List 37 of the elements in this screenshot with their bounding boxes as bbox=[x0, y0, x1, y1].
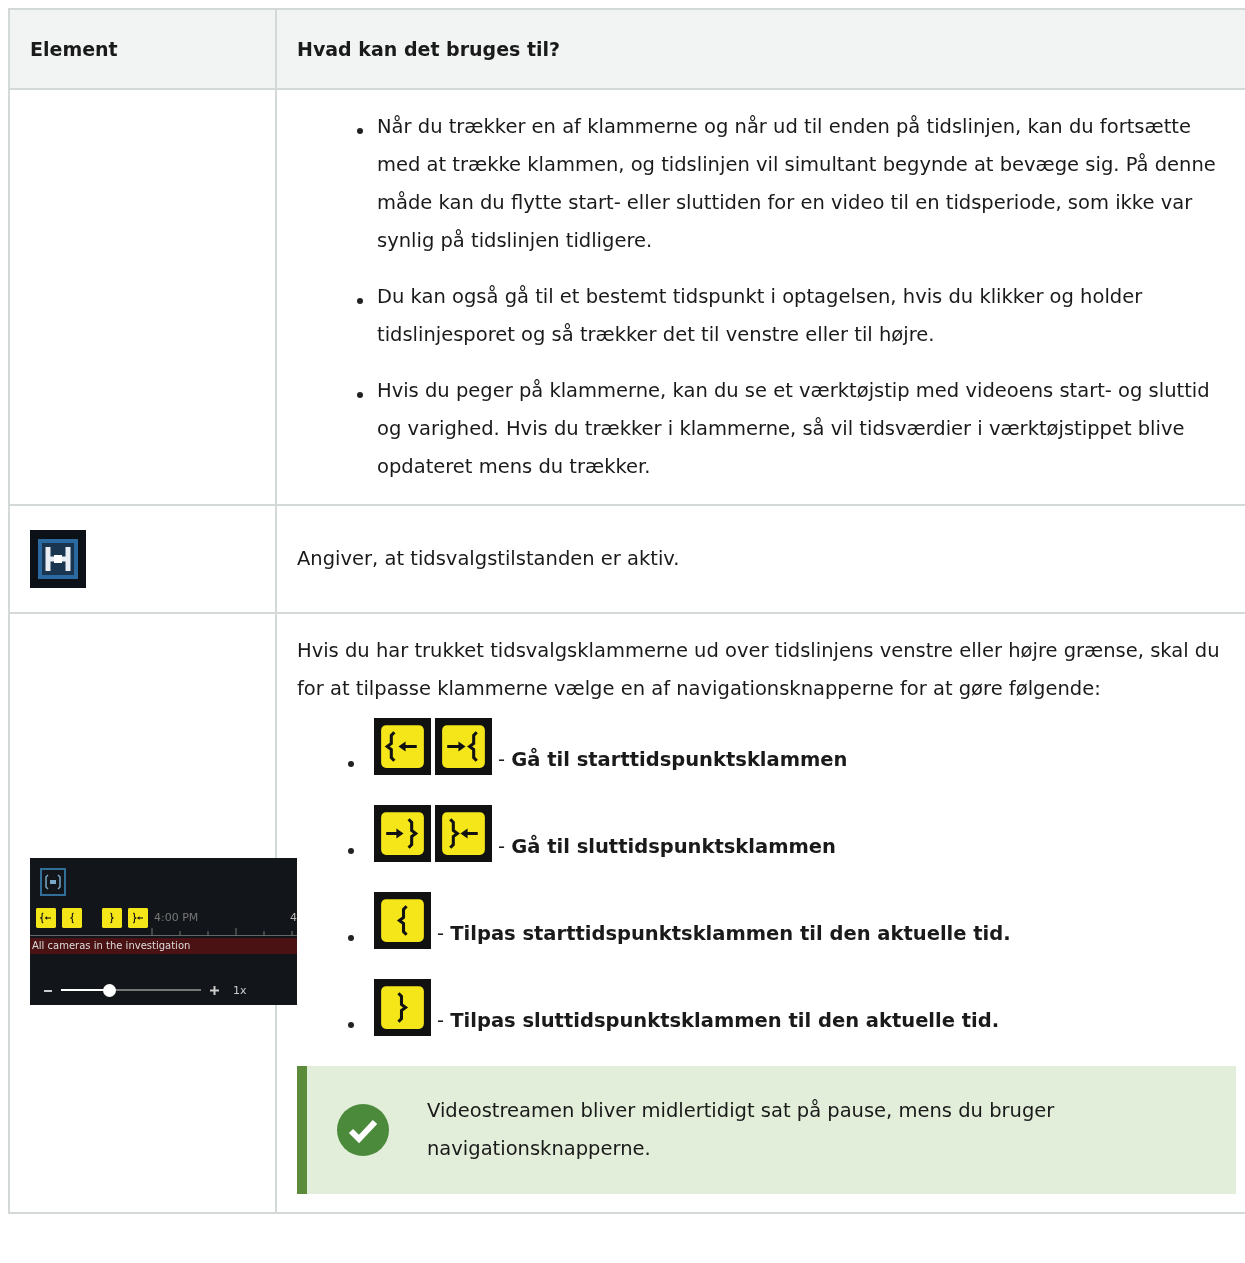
left-brace-icon[interactable] bbox=[374, 892, 431, 949]
arrow-brace-right-icon[interactable] bbox=[374, 805, 431, 862]
arrow-brace-left-icon[interactable] bbox=[435, 718, 492, 775]
right-brace-icon[interactable] bbox=[102, 908, 122, 928]
zoom-slider[interactable] bbox=[58, 984, 204, 997]
description-text: Angiver, at tidsvalgstilstanden er aktiv. bbox=[297, 547, 680, 570]
plus-icon[interactable] bbox=[210, 986, 219, 995]
column-header: Element bbox=[9, 9, 276, 89]
column-header: Hvad kan det bruges til? bbox=[276, 9, 1245, 89]
track-bar[interactable]: All cameras in the investigation bbox=[30, 938, 297, 954]
bullet-icon bbox=[348, 848, 354, 854]
time-label: 4:00 PM bbox=[154, 912, 199, 924]
selection-mode-icon bbox=[30, 530, 86, 588]
bullet-text: Hvis du peger på klammerne, kan du se et værktøjstip med videoens start- og sluttid og varighed. Hvis du trækker i klammerne, så vil tidsværdier i værktøjstippet blive opdateret mens du trækker. bbox=[377, 378, 1211, 480]
time-label: 4 bbox=[290, 912, 297, 924]
bullet-text: Du kan også gå til et bestemt tidspunkt i optagelsen, hvis du klikker og holder tidslinjesporet og så trækker det til venstre eller til højre. bbox=[377, 284, 1144, 348]
right-brace-icon[interactable] bbox=[374, 979, 431, 1036]
selection-mode-icon bbox=[40, 868, 66, 896]
navigation-text: - Tilpas starttidspunktsklammen til den aktuelle tid. bbox=[437, 921, 1011, 947]
track-label: All cameras in the investigation bbox=[32, 940, 191, 952]
bullet-icon bbox=[357, 392, 363, 398]
bullet-icon bbox=[348, 935, 354, 941]
bullet-text: Når du trækker en af klammerne og når ud til enden på tidslinjen, kan du fortsætte med at trække klammen, og tidslinjen vil simultant begynde at bevæge sig. På denne måde kan du flytte start- eller sluttiden for en video til en tidsperiode, som ikke var synlig på tidslinjen tidligere. bbox=[377, 114, 1217, 254]
bullet-icon bbox=[357, 298, 363, 304]
bullet-icon bbox=[348, 761, 354, 767]
bullet-icon bbox=[348, 1022, 354, 1028]
note-text: Videostreamen bliver midlertidigt sat på pause, mens du bruger navigationsknapperne. bbox=[427, 1098, 1056, 1162]
navigation-text: - Gå til sluttidspunktsklammen bbox=[498, 833, 836, 860]
slider-thumb[interactable] bbox=[102, 984, 116, 997]
minus-icon[interactable] bbox=[44, 989, 52, 992]
description-text: Hvis du har trukket tidsvalgsklammerne ud over tidslinjens venstre eller højre grænse, skal du for at tilpasse klammerne vælge en af navigationsknapperne for at gøre følgende: bbox=[297, 638, 1221, 702]
checkmark-icon bbox=[337, 1104, 389, 1156]
bullet-icon bbox=[357, 128, 363, 134]
left-brace-icon[interactable] bbox=[62, 908, 82, 928]
navigation-text: - Tilpas sluttidspunktsklammen til den aktuelle tid. bbox=[437, 1008, 1000, 1034]
navigation-text: - Gå til starttidspunktsklammen bbox=[498, 746, 848, 773]
speed-label: 1x bbox=[233, 984, 247, 997]
